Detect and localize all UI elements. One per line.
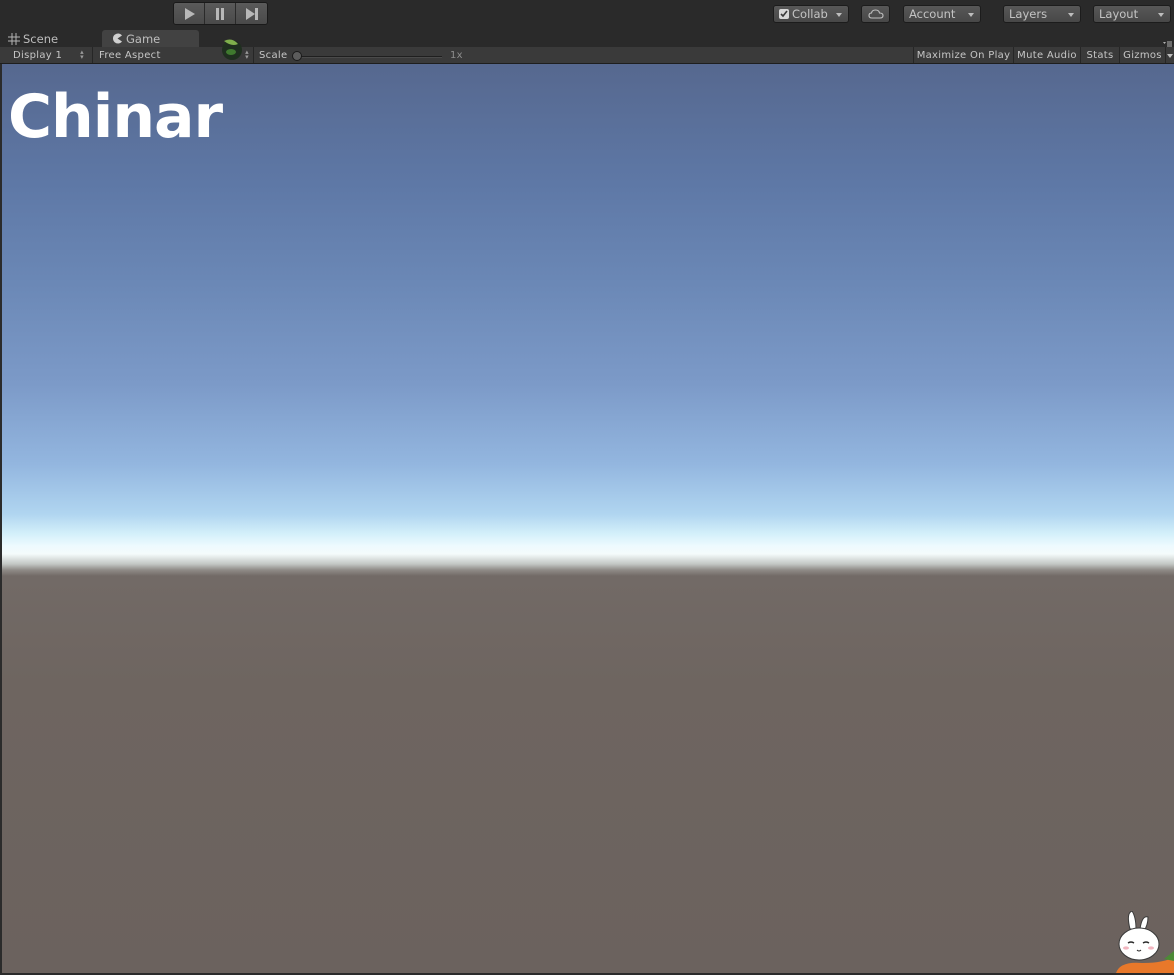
cloud-icon	[867, 9, 884, 19]
play-button[interactable]	[174, 3, 205, 24]
mute-audio-toggle[interactable]: Mute Audio	[1014, 47, 1080, 63]
tab-strip: Scene Game	[0, 30, 1174, 47]
gizmos-label: Gizmos	[1123, 49, 1162, 61]
stats-label: Stats	[1086, 49, 1114, 61]
chevron-down-icon	[1068, 13, 1074, 17]
gizmos-dropdown[interactable]	[1166, 47, 1174, 63]
chevron-down-icon	[968, 13, 974, 17]
updown-arrows-icon: ▴ ▾	[80, 48, 84, 61]
pause-button[interactable]	[205, 3, 236, 24]
layers-dropdown[interactable]: Layers	[1003, 5, 1081, 23]
bunny-mascot-icon	[1108, 910, 1174, 973]
scale-slider-track	[296, 56, 442, 58]
pause-icon	[216, 7, 224, 20]
collab-label: Collab	[792, 7, 828, 21]
step-icon	[245, 7, 258, 20]
scale-label: Scale	[259, 49, 288, 61]
game-viewport[interactable]: Chinar	[2, 64, 1174, 973]
layers-label: Layers	[1009, 7, 1048, 21]
title-text: Chinar	[8, 82, 223, 152]
main-toolbar: Collab Account Layers Layout	[0, 0, 1174, 30]
updown-arrows-icon: ▴ ▾	[245, 48, 249, 61]
leaf-logo-icon	[220, 35, 244, 61]
display-label: Display 1	[13, 49, 63, 61]
check-icon	[779, 9, 789, 19]
display-dropdown[interactable]: Display 1 ▴ ▾	[0, 47, 92, 63]
account-dropdown[interactable]: Account	[903, 5, 981, 23]
mute-label: Mute Audio	[1017, 49, 1077, 61]
stats-toggle[interactable]: Stats	[1081, 47, 1119, 63]
play-icon	[185, 7, 195, 20]
maximize-on-play-toggle[interactable]: Maximize On Play	[914, 47, 1013, 63]
maximize-label: Maximize On Play	[916, 49, 1011, 61]
layout-label: Layout	[1099, 7, 1139, 21]
chevron-down-icon	[1158, 13, 1164, 17]
pacman-icon	[113, 33, 122, 44]
chevron-down-icon	[836, 13, 842, 17]
step-button[interactable]	[236, 3, 267, 24]
playback-controls	[173, 2, 268, 25]
scale-slider-thumb[interactable]	[292, 51, 302, 61]
grid-icon	[8, 32, 20, 45]
gizmos-toggle[interactable]: Gizmos	[1120, 47, 1165, 63]
chevron-down-icon	[1167, 54, 1173, 58]
tab-game-label: Game	[126, 31, 161, 46]
scale-value: 1x	[450, 49, 463, 61]
game-view-toolbar: Display 1 ▴ ▾ Free Aspect ▴ ▾ Scale 1x Max…	[0, 39, 1174, 64]
aspect-label: Free Aspect	[99, 49, 161, 61]
collab-button[interactable]: Collab	[773, 5, 849, 23]
cloud-button[interactable]	[861, 5, 890, 23]
tab-scene-label: Scene	[23, 31, 59, 46]
tab-menu-icon[interactable]	[1163, 37, 1172, 47]
tab-game[interactable]: Game	[102, 30, 199, 47]
layout-dropdown[interactable]: Layout	[1093, 5, 1171, 23]
account-label: Account	[909, 7, 956, 21]
scale-slider[interactable]	[292, 51, 444, 61]
tab-scene[interactable]: Scene	[8, 30, 98, 47]
